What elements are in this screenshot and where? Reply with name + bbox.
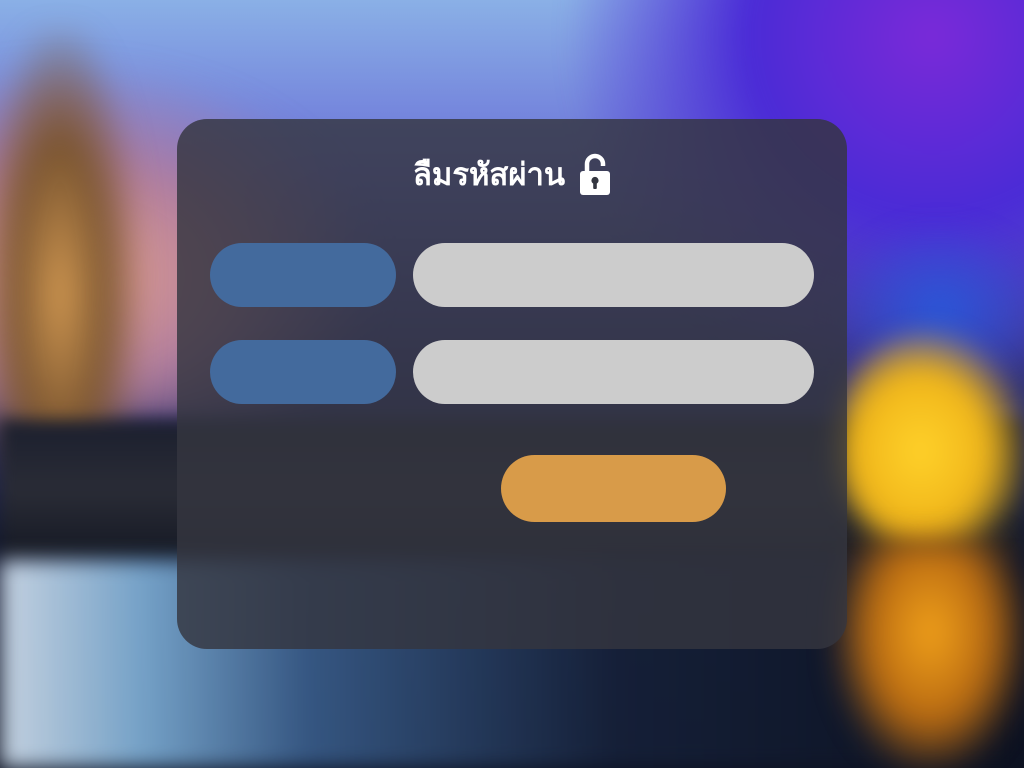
background-duck-reflection bbox=[835, 540, 1024, 768]
form-row-2 bbox=[210, 340, 814, 404]
field-label-2 bbox=[210, 340, 396, 404]
background-temple bbox=[0, 30, 140, 470]
field-input-1[interactable] bbox=[413, 243, 814, 307]
form-row-1 bbox=[210, 243, 814, 307]
card-header: ลืมรหัสผ่าน bbox=[177, 149, 847, 199]
lock-icon bbox=[580, 153, 611, 195]
page-title: ลืมรหัสผ่าน bbox=[412, 157, 566, 193]
submit-button[interactable] bbox=[501, 455, 726, 522]
field-label-1 bbox=[210, 243, 396, 307]
field-input-2[interactable] bbox=[413, 340, 814, 404]
forgot-password-card: ลืมรหัสผ่าน bbox=[177, 119, 847, 649]
background-rubber-duck bbox=[835, 330, 1024, 550]
